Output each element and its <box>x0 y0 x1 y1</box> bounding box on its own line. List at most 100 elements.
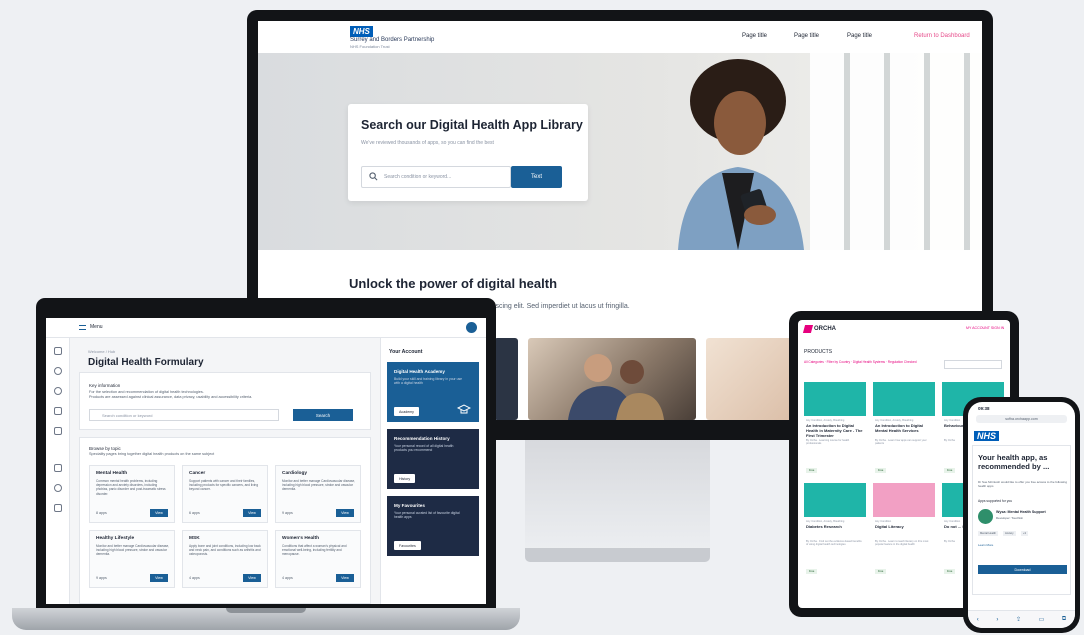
search-input[interactable]: Search condition or keyword... <box>361 166 511 188</box>
search-icon[interactable] <box>54 367 62 375</box>
breadcrumb[interactable]: Welcome / Hub <box>88 349 115 354</box>
category-view-button[interactable]: View <box>243 574 261 582</box>
nav-link-3[interactable]: Page title <box>847 33 872 39</box>
phone-intro: Dr Sue Mcintosh would like to offer you … <box>978 480 1067 488</box>
back-icon[interactable]: ‹ <box>977 617 979 623</box>
lock-icon[interactable] <box>54 464 62 472</box>
bookmarks-icon[interactable]: ▭ <box>1039 616 1045 623</box>
forward-icon[interactable]: › <box>996 617 998 623</box>
product-category: Any Condition, Anxiety, Breathing <box>806 419 845 422</box>
product-image <box>873 483 935 517</box>
return-to-dashboard-link[interactable]: Return to Dashboard <box>914 33 970 39</box>
account-heading: Your Account <box>389 349 423 355</box>
share-icon[interactable]: ⇪ <box>1016 616 1021 623</box>
org-subtitle: NHS Foundation Trust <box>350 44 390 49</box>
orcha-logo-text: ORCHA <box>814 326 836 332</box>
academy-button[interactable]: Academy <box>394 407 419 416</box>
products-heading: PRODUCTS <box>804 349 833 355</box>
heart-icon[interactable] <box>54 407 62 415</box>
category-card-womens-health[interactable]: Women's Health Conditions that affect a … <box>275 530 361 588</box>
browser-toolbar: ‹ › ⇪ ▭ ⧉ <box>968 610 1075 628</box>
product-card[interactable]: Any Condition, Anxiety, Breathing An Int… <box>804 382 866 478</box>
favourites-title: My Favourites <box>394 503 425 508</box>
filter-links[interactable]: All Categories · Filter by Country · Dig… <box>804 360 917 364</box>
help-icon[interactable] <box>54 484 62 492</box>
phone-screen: 09:38 sofha.orchaapp.com NHS Your health… <box>968 402 1075 628</box>
category-description: Common mental health problems, including… <box>96 479 166 496</box>
category-view-button[interactable]: View <box>336 509 354 517</box>
product-card[interactable]: Any Condition, Anxiety, Breathing An Int… <box>873 382 935 478</box>
category-count: 6 apps <box>189 511 200 515</box>
category-view-button[interactable]: View <box>243 509 261 517</box>
nav-link-1[interactable]: Page title <box>742 33 767 39</box>
bookmark-icon[interactable] <box>54 427 62 435</box>
avatar[interactable] <box>466 322 477 333</box>
category-card-mental-health[interactable]: Mental Health Common mental health probl… <box>89 465 175 523</box>
account-links[interactable]: MY ACCOUNT SIGN IN <box>966 326 1004 330</box>
category-view-button[interactable]: View <box>150 509 168 517</box>
learn-more-link[interactable]: Learn More <box>978 543 993 547</box>
category-title: Women's Health <box>282 536 320 541</box>
product-title: An Introduction to Digital Mental Health… <box>875 423 923 433</box>
product-card[interactable]: Any Condition, Anxiety, Breathing Diabet… <box>804 483 866 579</box>
product-card[interactable]: Any Condition Digital Literacy By Orcha … <box>873 483 935 579</box>
favourites-description: Your personal curated list of favourite … <box>394 511 460 520</box>
home-icon[interactable] <box>54 347 62 355</box>
clock-icon[interactable] <box>54 387 62 395</box>
download-button[interactable]: Download <box>978 565 1067 574</box>
recommendation-history-card[interactable]: Recommendation History Your personal rec… <box>387 429 479 489</box>
app-chip: +3 <box>1021 531 1028 536</box>
product-title: Diabetes Research <box>806 524 842 529</box>
browse-heading: Browse by topic <box>89 446 121 451</box>
product-meta: By Orcha · Learn how apps can support yo… <box>875 439 927 446</box>
nhs-logo: NHS <box>974 431 1000 441</box>
app-name[interactable]: Wysa: Mental Health Support <box>996 510 1046 514</box>
monitor-stand <box>525 440 710 550</box>
category-view-button[interactable]: View <box>336 574 354 582</box>
product-image <box>873 382 935 416</box>
key-information-panel: Key information For the selection and re… <box>79 372 371 430</box>
product-title: An Introduction to Digital Health in Mat… <box>806 423 863 438</box>
laptop-notch <box>226 608 306 613</box>
orcha-logo[interactable]: ORCHA <box>802 325 836 333</box>
org-name: Surrey and Borders Partnership <box>350 37 435 43</box>
category-view-button[interactable]: View <box>150 574 168 582</box>
academy-card[interactable]: Digital Health Academy Build your skill … <box>387 362 479 422</box>
category-description: Monitor and better manage Cardiovascular… <box>96 544 170 557</box>
photo-card-2[interactable] <box>528 338 696 420</box>
search-card: Search our Digital Health App Library We… <box>348 104 588 201</box>
category-title: Healthy Lifestyle <box>96 536 135 541</box>
favourites-button[interactable]: Favourites <box>394 541 421 550</box>
menu-button[interactable]: Menu <box>79 324 103 330</box>
menu-label: Menu <box>90 324 103 330</box>
hamburger-icon <box>79 324 86 330</box>
address-bar[interactable]: sofha.orchaapp.com <box>976 415 1067 423</box>
formulary-search-input[interactable]: Search condition or keyword <box>89 409 279 421</box>
tabs-icon[interactable]: ⧉ <box>1062 616 1066 623</box>
app-top-bar: Menu <box>46 318 486 338</box>
nhs-logo[interactable]: NHS <box>350 26 373 37</box>
product-category: Any Condition <box>875 520 892 523</box>
section-title: Unlock the power of digital health <box>349 276 558 291</box>
product-tag: Free <box>806 468 818 473</box>
product-category: Any Condition, Anxiety, Breathing <box>806 520 845 523</box>
side-rail <box>46 338 70 604</box>
category-card-cardiology[interactable]: Cardiology Monitor and better manage Car… <box>275 465 361 523</box>
photo-card-1[interactable] <box>494 338 518 420</box>
category-card-healthy-lifestyle[interactable]: Healthy Lifestyle Monitor and better man… <box>89 530 175 588</box>
hero-person-image <box>678 59 804 250</box>
nav-link-2[interactable]: Page title <box>794 33 819 39</box>
category-card-cancer[interactable]: Cancer Support patients with cancer and … <box>182 465 268 523</box>
formulary-main: Welcome / Hub Digital Health Formulary K… <box>70 338 380 604</box>
product-image <box>804 483 866 517</box>
search-button[interactable]: Text <box>511 166 562 188</box>
logout-icon[interactable] <box>54 504 62 512</box>
wysa-app-icon <box>978 509 993 524</box>
product-search-input[interactable] <box>944 360 1002 369</box>
category-card-msk[interactable]: MSK Apply bone and joint conditions, inc… <box>182 530 268 588</box>
favourites-card[interactable]: My Favourites Your personal curated list… <box>387 496 479 556</box>
history-button[interactable]: History <box>394 474 416 483</box>
hero-title: Search our Digital Health App Library <box>361 118 583 132</box>
category-count: 9 apps <box>96 576 107 580</box>
formulary-search-button[interactable]: Search <box>293 409 353 421</box>
